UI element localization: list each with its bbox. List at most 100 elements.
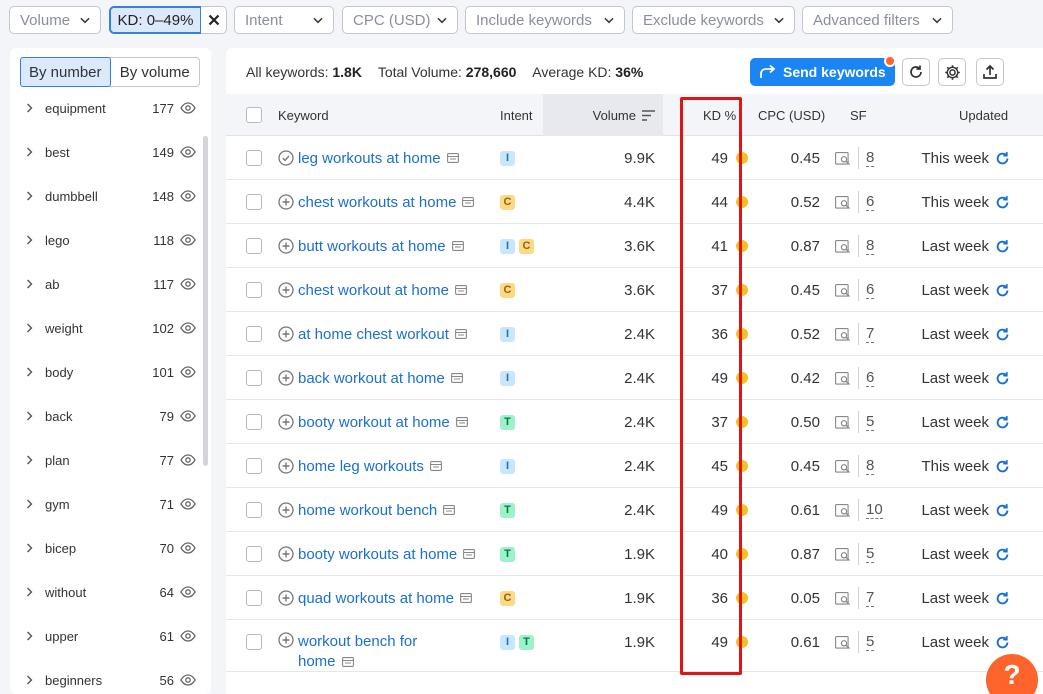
serp-icon[interactable] xyxy=(455,417,468,427)
refresh-icon[interactable] xyxy=(995,591,1010,606)
row-checkbox[interactable] xyxy=(246,590,262,606)
serp-icon[interactable] xyxy=(446,153,459,163)
refresh-icon[interactable] xyxy=(995,239,1010,254)
keyword-link[interactable]: leg workouts at home xyxy=(298,150,441,167)
sf-search-icon[interactable] xyxy=(835,503,851,517)
serp-icon[interactable] xyxy=(459,593,472,603)
sf-search-icon[interactable] xyxy=(835,195,851,209)
chevron-right-icon[interactable] xyxy=(26,411,34,421)
plus-circle-icon[interactable] xyxy=(278,282,294,298)
group-item[interactable]: weight 102 xyxy=(10,306,206,350)
cpc-filter[interactable]: CPC (USD) xyxy=(342,6,458,34)
chevron-right-icon[interactable] xyxy=(26,367,34,377)
sf-search-icon[interactable] xyxy=(835,635,851,649)
plus-circle-icon[interactable] xyxy=(278,590,294,606)
exclude-keywords-filter[interactable]: Exclude keywords xyxy=(632,6,795,34)
plus-circle-icon[interactable] xyxy=(278,414,294,430)
sf-count[interactable]: 8 xyxy=(866,149,875,167)
serp-icon[interactable] xyxy=(454,329,467,339)
chevron-right-icon[interactable] xyxy=(26,103,34,113)
row-checkbox[interactable] xyxy=(246,326,262,342)
chevron-right-icon[interactable] xyxy=(26,543,34,553)
group-item[interactable]: lego 118 xyxy=(10,218,206,262)
keyword-link[interactable]: workout bench for xyxy=(298,633,417,650)
sf-count[interactable]: 8 xyxy=(866,237,875,255)
group-item[interactable]: beginners 56 xyxy=(10,658,206,694)
chevron-right-icon[interactable] xyxy=(26,235,34,245)
kd-filter-clear-button[interactable] xyxy=(201,6,227,34)
row-checkbox[interactable] xyxy=(246,194,262,210)
sf-search-icon[interactable] xyxy=(835,415,851,429)
settings-button[interactable] xyxy=(938,58,966,86)
refresh-icon[interactable] xyxy=(995,151,1010,166)
row-checkbox[interactable] xyxy=(246,282,262,298)
volume-filter[interactable]: Volume xyxy=(9,6,101,34)
eye-icon[interactable] xyxy=(180,322,196,334)
sf-search-icon[interactable] xyxy=(835,151,851,165)
keyword-link[interactable]: home leg workouts xyxy=(298,458,424,475)
row-checkbox[interactable] xyxy=(246,370,262,386)
chevron-right-icon[interactable] xyxy=(26,279,34,289)
chevron-right-icon[interactable] xyxy=(26,499,34,509)
serp-icon[interactable] xyxy=(341,657,354,667)
serp-icon[interactable] xyxy=(451,241,464,251)
sf-count[interactable]: 8 xyxy=(866,457,875,475)
keyword-link[interactable]: home xyxy=(298,653,336,670)
export-button[interactable] xyxy=(976,58,1004,86)
eye-icon[interactable] xyxy=(180,542,196,554)
serp-icon[interactable] xyxy=(450,373,463,383)
sf-count[interactable]: 10 xyxy=(866,501,883,519)
eye-icon[interactable] xyxy=(180,278,196,290)
kd-column-header[interactable]: KD % xyxy=(703,94,736,136)
advanced-filters[interactable]: Advanced filters xyxy=(802,6,953,34)
eye-icon[interactable] xyxy=(180,498,196,510)
row-checkbox[interactable] xyxy=(246,546,262,562)
plus-circle-icon[interactable] xyxy=(278,502,294,518)
eye-icon[interactable] xyxy=(180,190,196,202)
plus-circle-icon[interactable] xyxy=(278,326,294,342)
sf-column-header[interactable]: SF xyxy=(850,94,867,136)
refresh-icon[interactable] xyxy=(995,635,1010,650)
plus-circle-icon[interactable] xyxy=(278,194,294,210)
sf-search-icon[interactable] xyxy=(835,591,851,605)
refresh-icon[interactable] xyxy=(995,371,1010,386)
group-item[interactable]: gym 71 xyxy=(10,482,206,526)
include-keywords-filter[interactable]: Include keywords xyxy=(465,6,625,34)
refresh-icon[interactable] xyxy=(995,415,1010,430)
eye-icon[interactable] xyxy=(180,102,196,114)
eye-icon[interactable] xyxy=(180,630,196,642)
serp-icon[interactable] xyxy=(463,549,476,559)
chevron-right-icon[interactable] xyxy=(26,191,34,201)
keyword-link[interactable]: butt workouts at home xyxy=(298,238,446,255)
eye-icon[interactable] xyxy=(180,234,196,246)
row-checkbox[interactable] xyxy=(246,458,262,474)
refresh-icon[interactable] xyxy=(995,503,1010,518)
sf-count[interactable]: 5 xyxy=(866,633,875,651)
updated-column-header[interactable]: Updated xyxy=(959,94,1008,136)
chevron-right-icon[interactable] xyxy=(26,587,34,597)
sf-search-icon[interactable] xyxy=(835,371,851,385)
row-checkbox[interactable] xyxy=(246,238,262,254)
keyword-column-header[interactable]: Keyword xyxy=(278,94,329,136)
sf-search-icon[interactable] xyxy=(835,239,851,253)
by-volume-tab[interactable]: By volume xyxy=(111,58,200,86)
sf-search-icon[interactable] xyxy=(835,283,851,297)
keyword-link[interactable]: chest workout at home xyxy=(298,282,449,299)
keyword-link[interactable]: back workout at home xyxy=(298,370,445,387)
cpc-column-header[interactable]: CPC (USD) xyxy=(758,94,825,136)
chevron-right-icon[interactable] xyxy=(26,675,34,685)
volume-column-header[interactable]: Volume xyxy=(543,94,663,136)
group-item[interactable]: without 64 xyxy=(10,570,206,614)
refresh-icon[interactable] xyxy=(995,195,1010,210)
refresh-button[interactable] xyxy=(902,58,930,86)
eye-icon[interactable] xyxy=(180,366,196,378)
keyword-link[interactable]: booty workout at home xyxy=(298,414,450,431)
group-item[interactable]: plan 77 xyxy=(10,438,206,482)
plus-circle-icon[interactable] xyxy=(278,458,294,474)
groups-scrollbar[interactable] xyxy=(203,136,208,466)
keyword-link[interactable]: home workout bench xyxy=(298,502,437,519)
chevron-right-icon[interactable] xyxy=(26,455,34,465)
select-all-checkbox[interactable] xyxy=(246,107,262,123)
row-checkbox[interactable] xyxy=(246,150,262,166)
intent-column-header[interactable]: Intent xyxy=(500,94,533,136)
